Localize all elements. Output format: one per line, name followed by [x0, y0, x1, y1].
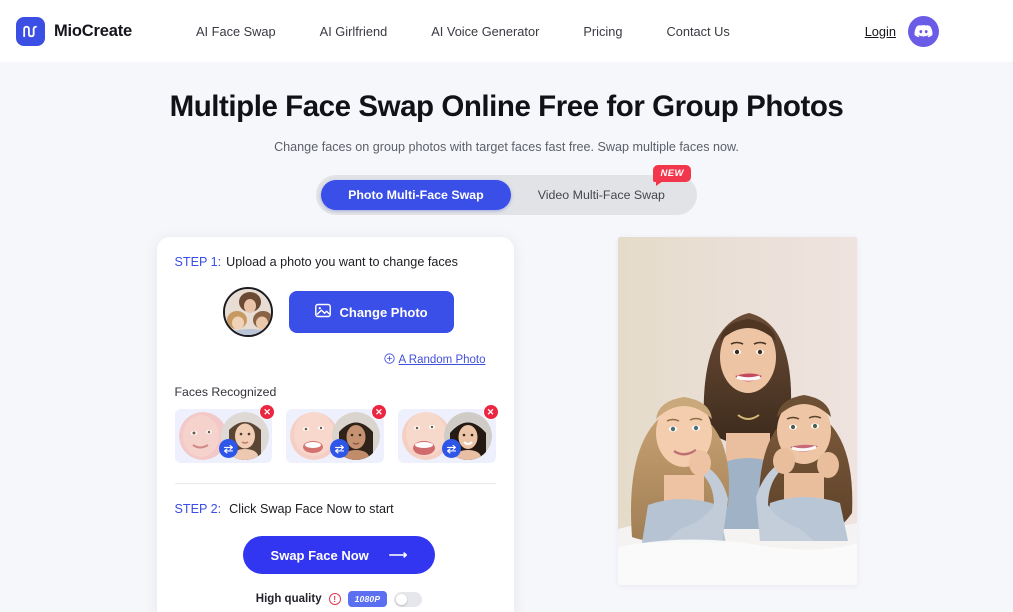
nav-item-pricing[interactable]: Pricing: [561, 18, 644, 45]
swap-arrows-icon[interactable]: [218, 439, 238, 458]
tab-photo-multi-face-swap[interactable]: Photo Multi-Face Swap: [321, 180, 511, 210]
faces-recognized-title: Faces Recognized: [174, 385, 277, 399]
site-header: MioCreate AI Face Swap AI Girlfriend AI …: [0, 0, 1013, 62]
tab-switcher-wrap: Photo Multi-Face Swap Video Multi-Face S…: [0, 165, 1013, 215]
info-icon[interactable]: !: [328, 593, 341, 605]
miocreate-logo-icon: [16, 16, 45, 46]
discord-icon[interactable]: [908, 15, 939, 47]
login-link[interactable]: Login: [865, 24, 896, 39]
resolution-badge: 1080P: [347, 591, 388, 607]
plus-circle-icon: [383, 353, 395, 367]
random-photo-label: A Random Photo: [398, 354, 486, 366]
face-pair-item[interactable]: ✕: [397, 404, 499, 463]
swap-button-row: Swap Face Now ⟶: [175, 536, 496, 574]
face-pair-item[interactable]: ✕: [286, 404, 387, 463]
step1-label: STEP 1:: [174, 255, 222, 269]
page-subtitle: Change faces on group photos with target…: [274, 140, 739, 154]
step1-heading: STEP 1: Upload a photo you want to chang…: [175, 255, 496, 269]
quality-row: High quality ! 1080P: [175, 591, 496, 607]
uploaded-photo-thumbnail[interactable]: [222, 287, 273, 337]
high-quality-toggle[interactable]: [394, 591, 423, 607]
nav-item-ai-voice-generator[interactable]: AI Voice Generator: [409, 18, 561, 45]
nav-item-ai-face-swap[interactable]: AI Face Swap: [174, 18, 298, 45]
upload-row: Change Photo: [175, 287, 496, 337]
tab-switcher: Photo Multi-Face Swap Video Multi-Face S…: [316, 165, 697, 215]
close-icon[interactable]: ✕: [370, 404, 387, 420]
main-content: STEP 1: Upload a photo you want to chang…: [0, 237, 1013, 612]
face-pair-item[interactable]: ✕: [174, 404, 276, 463]
step1-text: Upload a photo you want to change faces: [226, 255, 458, 269]
faces-recognized-list: ✕ ✕ ✕: [174, 404, 499, 463]
nav-item-contact-us[interactable]: Contact Us: [644, 18, 751, 45]
hero-section: Multiple Face Swap Online Free for Group…: [0, 62, 1013, 154]
random-photo-link[interactable]: A Random Photo: [383, 353, 486, 367]
swap-panel-card: STEP 1: Upload a photo you want to chang…: [156, 237, 514, 612]
swap-face-now-label: Swap Face Now: [270, 547, 369, 563]
close-icon[interactable]: ✕: [259, 404, 276, 420]
high-quality-label: High quality: [255, 593, 322, 605]
random-photo-row: A Random Photo: [175, 353, 496, 367]
main-nav: AI Face Swap AI Girlfriend AI Voice Gene…: [174, 18, 752, 45]
change-photo-label: Change Photo: [339, 304, 428, 320]
nav-item-ai-girlfriend[interactable]: AI Girlfriend: [298, 18, 410, 45]
brand-logo[interactable]: MioCreate: [16, 16, 132, 46]
new-badge: NEW: [652, 165, 691, 186]
brand-name: MioCreate: [54, 21, 132, 40]
swap-face-now-button[interactable]: Swap Face Now ⟶: [242, 536, 436, 574]
swap-arrows-icon[interactable]: [441, 439, 461, 458]
arrow-right-icon: ⟶: [388, 547, 408, 562]
step2-heading: STEP 2: Click Swap Face Now to start: [175, 502, 496, 516]
step2-text: Click Swap Face Now to start: [229, 502, 394, 516]
header-actions: Login: [865, 15, 997, 47]
close-icon[interactable]: ✕: [482, 404, 499, 420]
photo-preview[interactable]: [617, 237, 857, 585]
tab-video-multi-face-swap[interactable]: Video Multi-Face Swap: [511, 180, 692, 210]
page-title: Multiple Face Swap Online Free for Group…: [169, 90, 844, 123]
section-divider: [174, 483, 496, 484]
change-photo-button[interactable]: Change Photo: [288, 291, 454, 333]
image-icon: [314, 303, 331, 321]
step2-label: STEP 2:: [174, 502, 222, 516]
